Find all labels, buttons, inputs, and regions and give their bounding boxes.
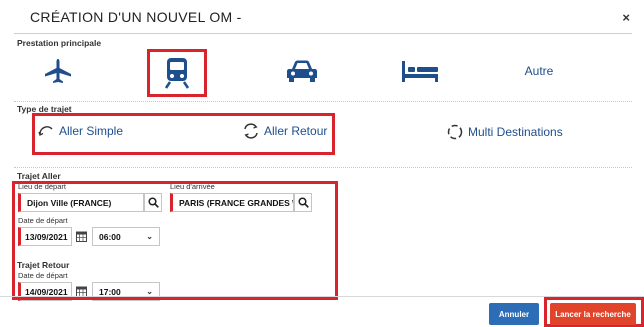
prestation-label: Prestation principale [17, 38, 102, 48]
trip-option-label: Multi Destinations [468, 125, 563, 139]
trip-option-multi-destinations[interactable]: Multi Destinations [446, 123, 563, 141]
multi-destination-circle-icon [447, 124, 463, 140]
cancel-button[interactable]: Annuler [489, 303, 539, 325]
mode-car-button[interactable] [282, 57, 322, 85]
launch-search-button[interactable]: Lancer la recherche [550, 303, 636, 325]
mode-autre-button[interactable]: Autre [516, 62, 562, 80]
section-divider [14, 101, 632, 102]
trajet-aller-label: Trajet Aller [17, 171, 61, 181]
mode-plane-button[interactable] [40, 55, 76, 87]
dialog-header: CRÉATION D'UN NOUVEL OM - × [0, 0, 644, 34]
trajet-fields-highlight [12, 181, 338, 300]
plane-icon [45, 59, 71, 83]
bed-icon [402, 61, 438, 82]
close-icon[interactable]: × [622, 10, 630, 25]
header-divider [14, 33, 632, 34]
section-divider [14, 167, 632, 168]
mode-hotel-button[interactable] [398, 57, 442, 85]
dialog-title: CRÉATION D'UN NOUVEL OM - [30, 9, 242, 25]
trip-type-highlight [32, 113, 335, 155]
car-icon [287, 60, 317, 82]
selected-mode-highlight [147, 49, 207, 97]
